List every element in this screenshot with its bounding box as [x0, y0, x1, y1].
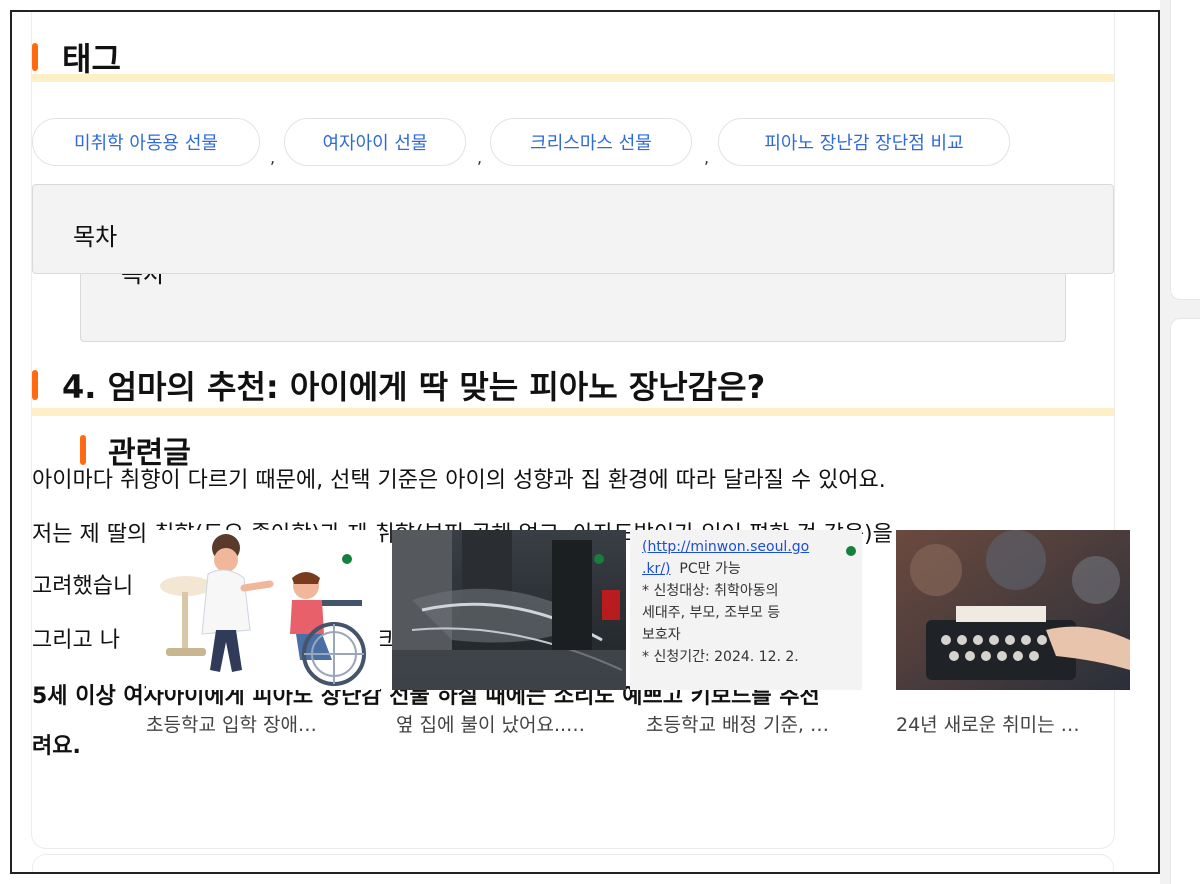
tag-separator: , — [704, 148, 710, 167]
minwon-link: (http://minwon.seoul.go — [642, 539, 810, 555]
status-dot — [342, 554, 352, 564]
related-caption[interactable]: 초등학교 배정 기준, … — [646, 710, 880, 737]
image-text: PC만 가능 — [679, 561, 741, 577]
next-card — [32, 854, 1114, 872]
content-frame: 태그 미취학 아동용 선물 , 여자아이 선물 , 크리스마스 선물 , 피아노… — [10, 10, 1160, 874]
tag-separator: , — [477, 148, 483, 167]
image-text: * 신청기간: 2024. 12. 2. — [642, 649, 799, 665]
tag-chip[interactable]: 크리스마스 선물 — [490, 118, 692, 166]
related-thumbnail[interactable]: (http://minwon.seoul.go .kr/) PC만 가능 * 신… — [630, 530, 862, 690]
image-text: * 신청대상: 취학아동의 — [642, 583, 779, 599]
related-caption[interactable]: 초등학교 입학 장애… — [146, 710, 380, 737]
section-heading: 4. 엄마의 추천: 아이에게 딱 맞는 피아노 장난감은? — [32, 362, 765, 408]
related-caption[interactable]: 옆 집에 불이 났어요..… — [396, 710, 630, 737]
tag-separator: , — [270, 148, 276, 167]
related-thumbnail[interactable] — [392, 530, 626, 690]
sidebar-panel-bottom — [1170, 318, 1200, 884]
minwon-link: .kr/) — [642, 561, 671, 577]
fire-scene-photo — [392, 530, 626, 690]
image-text: 세대주, 부모, 조부모 등 — [642, 605, 781, 621]
paragraph: 고려했습니 — [32, 574, 134, 599]
status-dot — [594, 554, 604, 564]
heading-accent-bar — [32, 43, 38, 71]
toc-title: 목차 — [73, 223, 118, 251]
related-thumbnail[interactable] — [146, 530, 380, 690]
section-heading-text: 4. 엄마의 추천: 아이에게 딱 맞는 피아노 장난감은? — [62, 368, 766, 406]
paragraph-bold: 려요. — [32, 734, 81, 759]
right-sidebar — [1160, 0, 1200, 884]
related-caption[interactable]: 24년 새로운 취미는 … — [896, 710, 1130, 737]
tag-chip[interactable]: 피아노 장난감 장단점 비교 — [718, 118, 1010, 166]
paragraph: 그리고 나 — [32, 628, 120, 653]
sidebar-panel-top — [1170, 0, 1200, 300]
toc-box-inner[interactable]: 목차 — [80, 260, 1066, 342]
tag-chip[interactable]: 여자아이 선물 — [284, 118, 466, 166]
related-heading: 관련글 — [80, 428, 191, 472]
image-text: 보호자 — [642, 627, 681, 643]
heading-underline — [32, 408, 1114, 416]
related-thumbnail[interactable] — [896, 530, 1130, 690]
heading-accent-bar — [32, 370, 38, 400]
heading-accent-bar — [80, 435, 86, 465]
toc-box[interactable]: 목차 — [32, 184, 1114, 274]
typewriter-photo — [896, 530, 1130, 690]
heading-underline — [32, 74, 1114, 82]
related-heading-text: 관련글 — [108, 436, 191, 471]
status-dot — [846, 546, 856, 556]
tag-chip[interactable]: 미취학 아동용 선물 — [32, 118, 260, 166]
